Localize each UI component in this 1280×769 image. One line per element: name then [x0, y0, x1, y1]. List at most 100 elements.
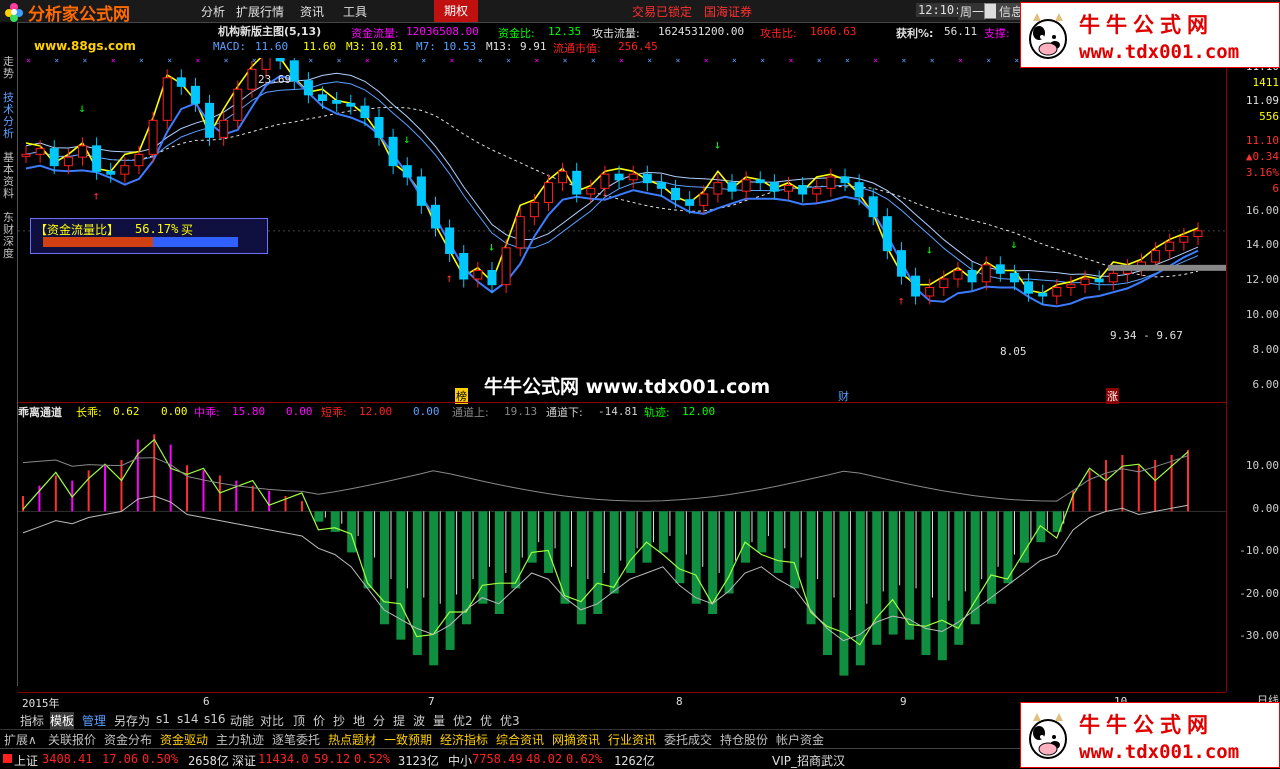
- market-cap-value: 256.45: [618, 40, 658, 53]
- profit-label: 获利%:: [896, 25, 933, 41]
- sh-label[interactable]: 上证: [14, 752, 38, 769]
- support-label: 支撑:: [984, 25, 1010, 41]
- sidebar-tab-trend[interactable]: 走势: [1, 56, 16, 80]
- candle-body: [1081, 279, 1089, 285]
- candle-body: [220, 120, 228, 137]
- index-indicator-icon: [3, 754, 12, 763]
- osc-mid-v2: 0.00: [286, 405, 313, 418]
- candle-body: [544, 183, 552, 203]
- tab-economic[interactable]: 经济指标: [440, 731, 488, 748]
- range-label: 9.34 - 9.67: [1110, 329, 1183, 342]
- m13-label: M13:: [486, 40, 513, 53]
- candle-body: [686, 200, 694, 206]
- osc-ch-up-value: 19.13: [504, 405, 537, 418]
- tab-fund-driven[interactable]: 资金驱动: [160, 731, 208, 748]
- tab-holdings[interactable]: 持仓股份: [720, 731, 768, 748]
- tab-save-as[interactable]: 另存为: [114, 712, 150, 729]
- osc-bar: [692, 511, 701, 603]
- candle-body: [333, 101, 341, 104]
- signal-mark: ×: [82, 58, 87, 65]
- profit-value: 56.11: [944, 25, 977, 38]
- buy-arrow-icon: ↑: [93, 189, 100, 203]
- sell-arrow-icon: ↓: [488, 240, 495, 254]
- tab-bottom-fish[interactable]: 抄: [333, 712, 345, 729]
- price-band: [1108, 265, 1226, 271]
- sidebar-tab-technical[interactable]: 技术分析: [1, 92, 16, 140]
- candle-body: [149, 120, 157, 154]
- fund-flow-value: 12036508.00: [406, 25, 479, 38]
- sh-volume: 2658亿: [188, 752, 229, 769]
- tab-split[interactable]: 分: [373, 712, 385, 729]
- signal-mark: ×: [26, 58, 31, 65]
- menu-item-tools[interactable]: 工具: [343, 3, 367, 20]
- tab-related-quotes[interactable]: 关联报价: [48, 731, 96, 748]
- tab-price[interactable]: 价: [313, 712, 325, 729]
- tab-account-funds[interactable]: 帐户资金: [776, 731, 824, 748]
- tab-volume[interactable]: 量: [433, 712, 445, 729]
- tab-wave[interactable]: 波: [413, 712, 425, 729]
- candle-body: [954, 271, 962, 280]
- menu-item-analysis[interactable]: 分析: [201, 3, 225, 20]
- tab-main-track[interactable]: 主力轨迹: [216, 731, 264, 748]
- watermark-title: 牛牛公式网: [1079, 9, 1214, 39]
- tab-s1[interactable]: s1: [156, 712, 170, 726]
- tab-opt[interactable]: 优: [480, 712, 492, 729]
- tab-industry-news[interactable]: 行业资讯: [608, 731, 656, 748]
- signal-mark: ×: [337, 58, 342, 65]
- tab-opt3[interactable]: 优3: [500, 712, 520, 729]
- candle-body: [191, 86, 199, 103]
- candle-body: [827, 177, 835, 188]
- tab-tick-orders[interactable]: 逐笔委托: [272, 731, 320, 748]
- osc-bar: [774, 511, 783, 573]
- oscillator-chart[interactable]: [18, 419, 1226, 691]
- candle-body: [573, 171, 581, 194]
- tab-web-news[interactable]: 网摘资讯: [552, 731, 600, 748]
- candle-body: [629, 174, 637, 180]
- macd-label: MACD:: [213, 40, 246, 53]
- tab-manage[interactable]: 管理: [82, 712, 106, 729]
- sz-label[interactable]: 深证: [232, 752, 256, 769]
- tab-template[interactable]: 模板: [50, 712, 74, 729]
- osc-ch-up-label: 通道上:: [452, 404, 489, 420]
- weekday: 周一: [958, 3, 986, 20]
- tab-opt2[interactable]: 优2: [453, 712, 473, 729]
- sidebar-tab-eastmoney[interactable]: 东财深度: [1, 212, 16, 260]
- track-line: [23, 440, 1188, 645]
- logo-url: www.88gs.com: [34, 39, 136, 53]
- tab-orders-fills[interactable]: 委托成交: [664, 731, 712, 748]
- low-price-label: 8.05: [1000, 345, 1027, 358]
- signal-mark: ×: [591, 58, 596, 65]
- osc-ch-dn-value: -14.81: [598, 405, 638, 418]
- tab-fund-distribution[interactable]: 资金分布: [104, 731, 152, 748]
- osc-bar: [954, 511, 963, 644]
- tab-consensus[interactable]: 一致预期: [384, 731, 432, 748]
- watermark-url: www.tdx001.com: [1079, 741, 1239, 763]
- tab-s14[interactable]: s14: [177, 712, 199, 726]
- tab-ground[interactable]: 地: [353, 712, 365, 729]
- tab-s16[interactable]: s16: [204, 712, 226, 726]
- tab-tip[interactable]: 提: [393, 712, 405, 729]
- candle-body: [672, 188, 680, 199]
- candle-body: [1053, 288, 1061, 297]
- candle-body: [248, 69, 256, 89]
- tab-compare[interactable]: 对比: [260, 712, 284, 729]
- menu-item-extended-quotes[interactable]: 扩展行情: [236, 3, 284, 20]
- fund-widget-suffix: 买: [181, 221, 193, 238]
- candle-body: [234, 89, 242, 120]
- tab-top[interactable]: 顶: [293, 712, 305, 729]
- menu-item-news[interactable]: 资讯: [300, 3, 324, 20]
- candle-body: [177, 78, 185, 87]
- candle-body: [488, 271, 496, 285]
- tab-general-news[interactable]: 综合资讯: [496, 731, 544, 748]
- tab-expand[interactable]: 扩展∧: [4, 731, 37, 748]
- candle-body: [1095, 279, 1103, 282]
- tab-hot-topics[interactable]: 热点题材: [328, 731, 376, 748]
- menu-item-options[interactable]: 期权: [434, 0, 478, 22]
- tab-indicator[interactable]: 指标: [20, 712, 44, 729]
- x-label-3: 8: [676, 695, 683, 708]
- sidebar-tab-fundamentals[interactable]: 基本资料: [1, 152, 16, 200]
- signal-mark: ×: [676, 58, 681, 65]
- signal-mark: ×: [478, 58, 483, 65]
- sme-label[interactable]: 中小: [448, 752, 472, 769]
- tab-momentum[interactable]: 动能: [230, 712, 254, 729]
